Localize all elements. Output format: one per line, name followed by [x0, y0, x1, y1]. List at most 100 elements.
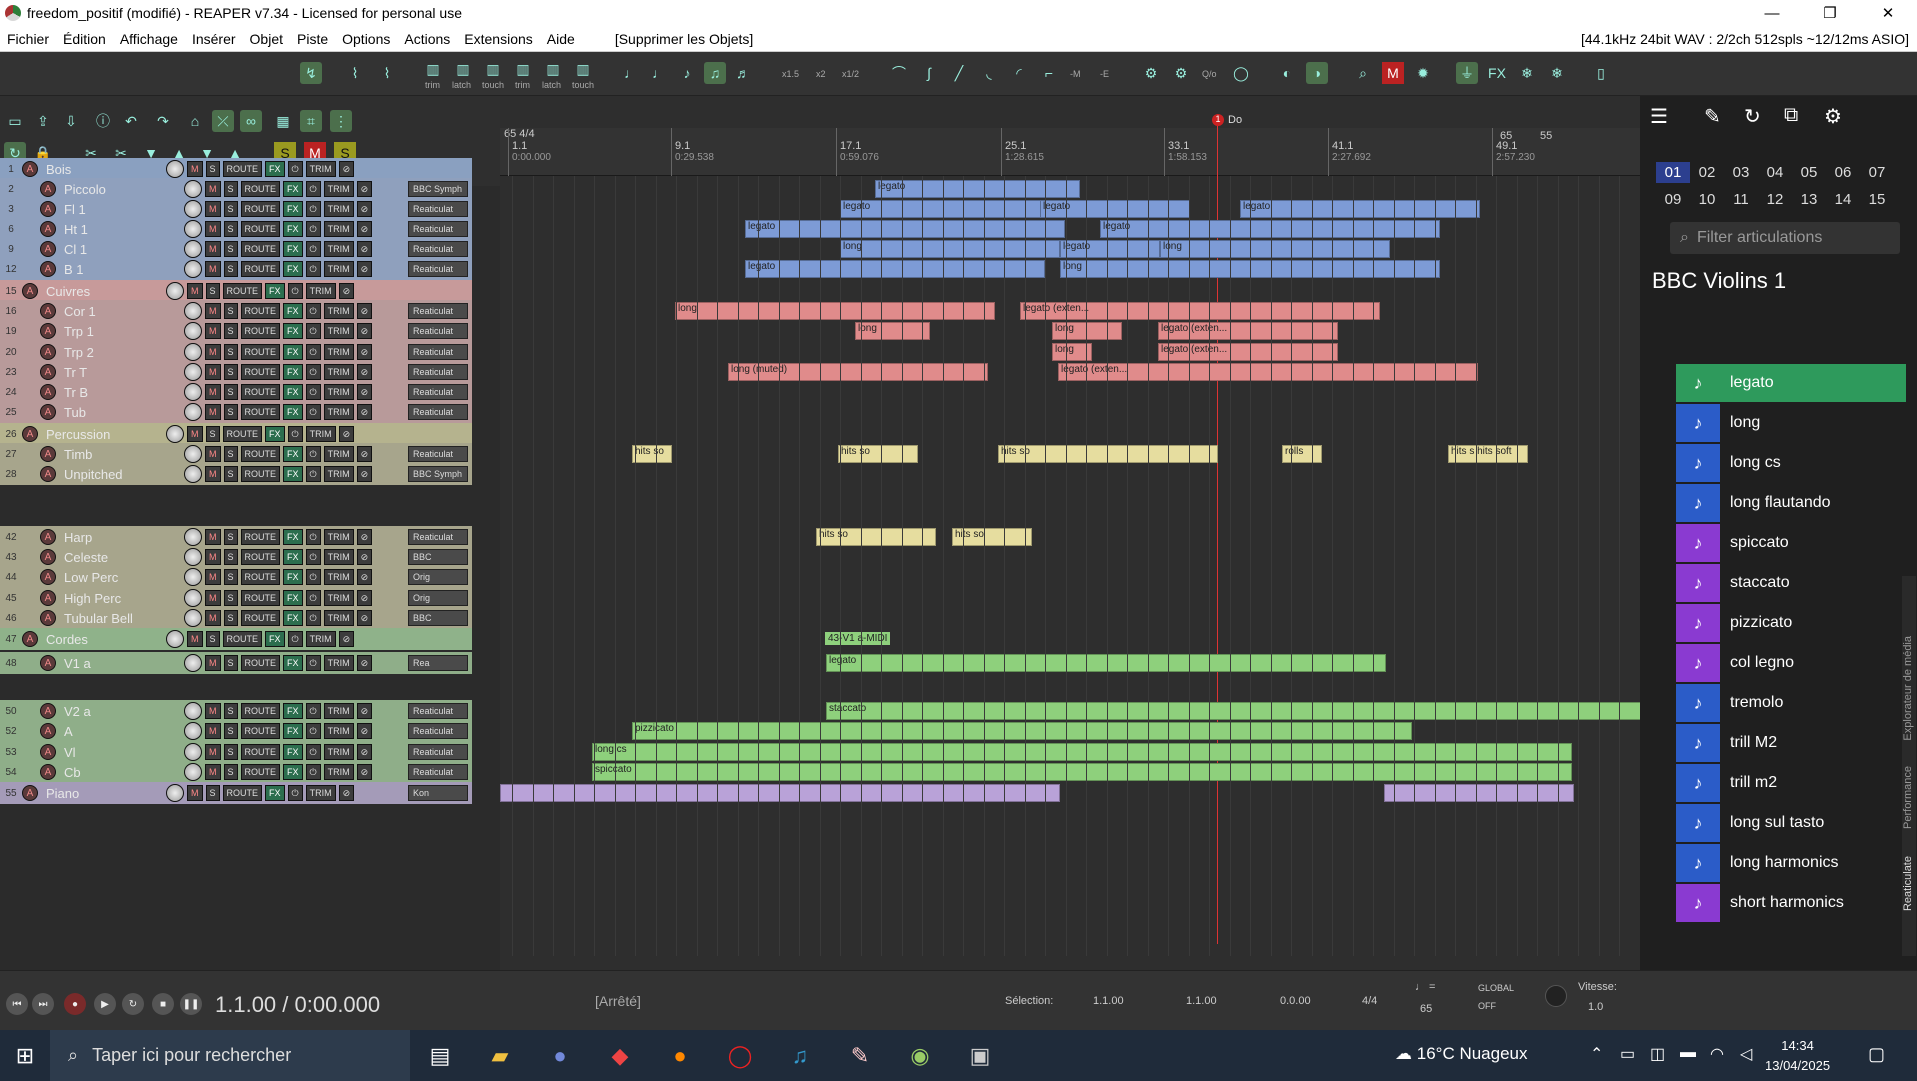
power-icon[interactable]: ⏻: [305, 703, 321, 719]
power-icon[interactable]: ⏻: [305, 655, 321, 671]
mute-button[interactable]: M: [187, 785, 203, 801]
trim-button[interactable]: TRIM: [323, 364, 354, 380]
menu-supprimer-objets[interactable]: [Supprimer les Objets]: [608, 31, 761, 47]
solo-button[interactable]: S: [223, 201, 238, 217]
track-name[interactable]: A: [64, 724, 73, 739]
maximize-button[interactable]: ❐: [1801, 0, 1859, 26]
fx-chain-tag[interactable]: Reaticulat: [408, 221, 468, 237]
track-name[interactable]: Bois: [46, 162, 71, 177]
route-button[interactable]: ROUTE: [222, 426, 263, 442]
record-arm-button[interactable]: A: [40, 323, 56, 339]
power-icon[interactable]: ⏻: [305, 181, 321, 197]
channel-11[interactable]: 11: [1724, 189, 1758, 210]
power-icon[interactable]: ⏻: [287, 283, 303, 299]
trim-button[interactable]: TRIM: [323, 764, 354, 780]
track-name[interactable]: Tr B: [64, 385, 88, 400]
fx-chain-tag[interactable]: Rea: [408, 655, 468, 671]
track-name[interactable]: Tr T: [64, 365, 87, 380]
volume-knob[interactable]: [184, 465, 202, 483]
stop-button[interactable]: ■: [152, 993, 174, 1015]
volume-icon[interactable]: ◁: [1740, 1044, 1752, 1064]
settings-gear-icon[interactable]: ⚙: [1824, 104, 1842, 129]
track-row-5[interactable]: 9 A Cl 1 M S ROUTE FX ⏻ TRIM ⊘ Reaticulat: [0, 238, 472, 260]
volume-knob[interactable]: [184, 528, 202, 546]
record-arm-button[interactable]: A: [40, 655, 56, 671]
track-row-3[interactable]: 3 A Fl 1 M S ROUTE FX ⏻ TRIM ⊘ Reaticulat: [0, 198, 472, 220]
track-row-7[interactable]: 15 A Cuivres M S ROUTE FX ⏻ TRIM ⊘: [0, 280, 472, 302]
fx-button[interactable]: FX: [283, 181, 303, 197]
trim-button[interactable]: TRIM: [305, 283, 336, 299]
side-tab-explorer[interactable]: Explorateur de média: [1902, 636, 1914, 741]
solo-button[interactable]: S: [223, 764, 238, 780]
mute-button[interactable]: M: [205, 404, 221, 420]
file-explorer-icon[interactable]: ▰: [470, 1030, 530, 1081]
channel-04[interactable]: 04: [1758, 162, 1792, 183]
phase-icon[interactable]: ⊘: [356, 364, 373, 380]
mute-button[interactable]: M: [205, 655, 221, 671]
phase-icon[interactable]: ⊘: [356, 384, 373, 400]
track-row-25[interactable]: 52 A A M S ROUTE FX ⏻ TRIM ⊘ Reaticulat: [0, 720, 472, 742]
metronome-icon[interactable]: ◐: [1276, 62, 1298, 84]
menu-edition[interactable]: Édition: [56, 31, 113, 47]
weather-widget[interactable]: ☁ 16°C Nuageux: [1395, 1044, 1528, 1064]
track-name[interactable]: V2 a: [64, 704, 91, 719]
trim-button[interactable]: TRIM: [323, 404, 354, 420]
power-icon[interactable]: ⏻: [305, 384, 321, 400]
solo-button[interactable]: S: [223, 529, 238, 545]
route-button[interactable]: ROUTE: [240, 610, 281, 626]
volume-knob[interactable]: [166, 630, 184, 648]
snow-icon[interactable]: ❄: [1516, 62, 1538, 84]
volume-knob[interactable]: [184, 240, 202, 258]
record-arm-button[interactable]: A: [40, 703, 56, 719]
power-icon[interactable]: ⏻: [305, 569, 321, 585]
media-item[interactable]: long cs: [592, 743, 1572, 761]
global-state[interactable]: OFF: [1478, 1001, 1496, 1011]
media-item[interactable]: staccato: [826, 702, 1640, 720]
phase-icon[interactable]: ⊘: [356, 344, 373, 360]
route-button[interactable]: ROUTE: [240, 655, 281, 671]
route-button[interactable]: ROUTE: [240, 549, 281, 565]
phase-icon[interactable]: ⊘: [356, 703, 373, 719]
mute-button[interactable]: M: [187, 161, 203, 177]
solo-button[interactable]: S: [223, 590, 238, 606]
fx-chain-tag[interactable]: BBC: [408, 549, 468, 565]
track-row-26[interactable]: 53 A Vl M S ROUTE FX ⏻ TRIM ⊘ Reaticulat: [0, 741, 472, 763]
media-item[interactable]: hits so: [952, 528, 1032, 546]
mute-button[interactable]: M: [187, 426, 203, 442]
power-icon[interactable]: ⏻: [305, 404, 321, 420]
media-item[interactable]: long: [1052, 322, 1122, 340]
route-button[interactable]: ROUTE: [240, 404, 281, 420]
firefox-icon[interactable]: ●: [650, 1030, 710, 1081]
step-icon[interactable]: ⌐: [1038, 62, 1060, 84]
selection-length[interactable]: 0.0.00: [1280, 995, 1311, 1007]
phase-icon[interactable]: ⊘: [356, 221, 373, 237]
track-name[interactable]: Cuivres: [46, 284, 90, 299]
media-item[interactable]: legato (exten...: [1020, 302, 1380, 320]
media-item[interactable]: legato: [745, 260, 1045, 278]
route-button[interactable]: ROUTE: [240, 590, 281, 606]
loop-button[interactable]: ↻: [122, 993, 144, 1015]
trim-button[interactable]: TRIM: [323, 261, 354, 277]
discord-icon[interactable]: ●: [530, 1030, 590, 1081]
fx-chain-tag[interactable]: BBC Symph: [408, 181, 468, 197]
m-icon[interactable]: M: [1382, 62, 1404, 84]
trim-button[interactable]: TRIM: [323, 723, 354, 739]
fx-chain-tag[interactable]: Kon: [408, 785, 468, 801]
volume-knob[interactable]: [184, 743, 202, 761]
envelope-icon[interactable]: ⌇: [344, 62, 366, 84]
volume-knob[interactable]: [184, 200, 202, 218]
track-name[interactable]: Timb: [64, 447, 92, 462]
phase-icon[interactable]: ⊘: [356, 303, 373, 319]
bank-icon[interactable]: ⌂: [184, 110, 206, 132]
track-row-14[interactable]: 26 A Percussion M S ROUTE FX ⏻ TRIM ⊘: [0, 423, 472, 445]
route-button[interactable]: ROUTE: [240, 466, 281, 482]
gear-b-icon[interactable]: ⚙: [1170, 62, 1192, 84]
track-row-17[interactable]: 42 A Harp M S ROUTE FX ⏻ TRIM ⊘ Reaticulat: [0, 526, 472, 548]
articulation-long-sul-tasto[interactable]: ♪ long sul tasto: [1676, 804, 1906, 842]
volume-knob[interactable]: [184, 702, 202, 720]
track-row-13[interactable]: 25 A Tub M S ROUTE FX ⏻ TRIM ⊘ Reaticulat: [0, 401, 472, 423]
mute-button[interactable]: M: [205, 764, 221, 780]
route-button[interactable]: ROUTE: [240, 241, 281, 257]
solo-button[interactable]: S: [223, 181, 238, 197]
close-button[interactable]: ✕: [1859, 0, 1917, 26]
